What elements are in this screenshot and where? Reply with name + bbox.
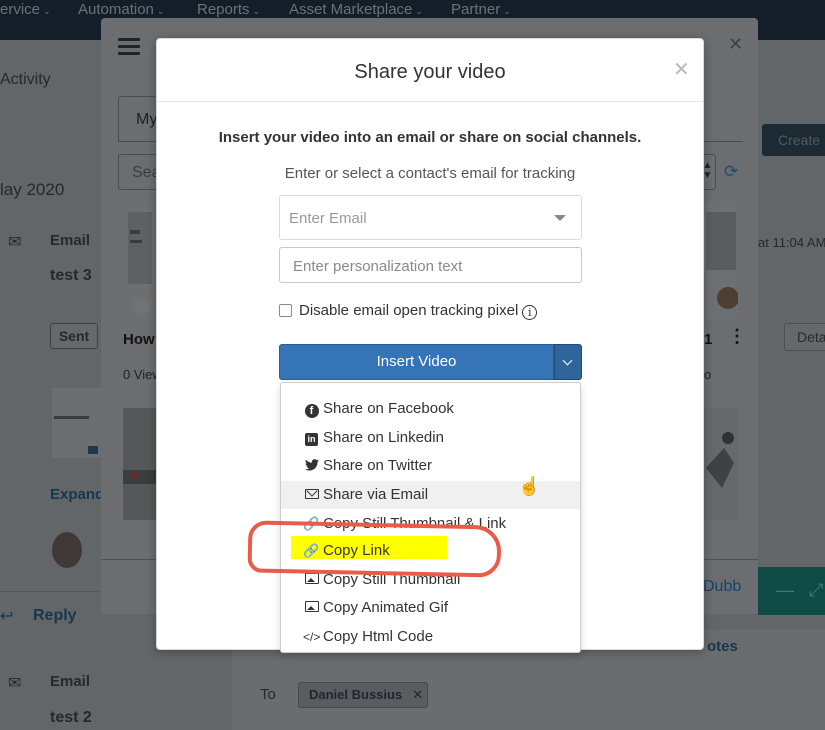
expand-icon[interactable]: ⤢ [809,580,823,601]
insert-options-toggle[interactable] [554,344,582,380]
image-icon [303,600,320,615]
avatar [52,532,82,568]
menu-icon[interactable] [118,38,140,56]
twitter-icon [303,458,320,473]
close-icon[interactable]: ✕ [673,57,690,82]
reply-icon[interactable]: ↩ [0,606,13,626]
disable-tracking-row: Disable email open tracking pixel i [279,302,538,322]
expand-link[interactable]: Expand [50,486,104,503]
video-thumbnail[interactable] [704,202,738,319]
email-icon: ✉ [8,675,22,692]
image-icon [303,572,320,587]
dubb-link[interactable]: Dubb [703,578,741,596]
video-thumbnail[interactable] [123,202,156,319]
nav-partner[interactable]: Partner ⌄ [451,1,511,18]
nav-automation[interactable]: Automation ⌄ [78,1,164,18]
search-input[interactable]: Sea [118,154,158,190]
recipient-chip: Daniel Bussius ✕ [298,682,428,708]
nav-reports[interactable]: Reports ⌄ [197,1,260,18]
insert-video-button[interactable]: Insert Video [279,344,554,380]
activity-type: Email [50,232,91,249]
disable-tracking-checkbox[interactable] [279,304,292,317]
chevron-down-icon [562,355,573,366]
notes-tab[interactable]: otes [707,638,738,655]
intro-text: Insert your video into an email or share… [218,129,642,146]
info-icon[interactable]: i [522,305,538,320]
header-divider [157,101,703,102]
video-title: How [123,331,155,348]
timestamp: at 11:04 AM [758,235,825,250]
linkedin-icon: in [303,430,320,446]
refresh-icon[interactable]: ⟳ [724,162,738,182]
sent-badge: Sent [50,323,98,349]
activity-type: Email [50,673,91,690]
disable-tracking-label: Disable email open tracking pixel [299,302,519,319]
email-placeholder: Enter Email [289,210,367,227]
more-options-icon[interactable]: ⋮ [728,326,746,347]
activity-subject: test 2 [50,709,92,726]
minimize-icon[interactable]: — [776,580,794,601]
details-button[interactable]: Deta [784,323,825,351]
email-icon: ✉ [8,234,22,251]
month-heading: lay 2020 [0,180,65,199]
activity-tab[interactable]: Activity [0,71,51,89]
menu-item-share-linkedin[interactable]: in Share on Linkedin [281,424,580,452]
chevron-down-icon [554,215,566,221]
to-label: To [260,686,276,703]
facebook-icon: f [303,401,320,418]
code-icon: </> [303,630,321,644]
envelope-icon [303,487,320,502]
annotation-circle [247,520,502,578]
tracking-hint: Enter or select a contact's email for tr… [284,165,576,182]
video-thumbnail[interactable] [123,408,156,520]
video-views: o [704,367,712,382]
video-thumbnail[interactable] [704,408,738,520]
modal-title: Share your video [354,61,506,83]
menu-item-copy-html[interactable]: </> Copy Html Code [281,623,580,651]
document-thumbnail [52,388,102,458]
close-icon[interactable]: ✕ [728,34,743,55]
personalization-input[interactable]: Enter personalization text [279,247,582,283]
activity-subject: test 3 [50,267,92,284]
email-field[interactable]: Enter Email [279,195,582,240]
video-title: 1 [704,331,713,348]
create-button[interactable]: Create [762,124,825,156]
hand-cursor-icon: ☝ [518,476,541,496]
nav-asset-marketplace[interactable]: Asset Marketplace ⌄ [289,1,423,18]
menu-item-copy-gif[interactable]: Copy Animated Gif [281,594,580,622]
close-icon[interactable]: ✕ [412,687,423,702]
nav-service[interactable]: ervice ⌄ [0,1,51,18]
reply-link[interactable]: Reply [33,607,77,625]
menu-item-share-facebook[interactable]: f Share on Facebook [281,395,580,423]
